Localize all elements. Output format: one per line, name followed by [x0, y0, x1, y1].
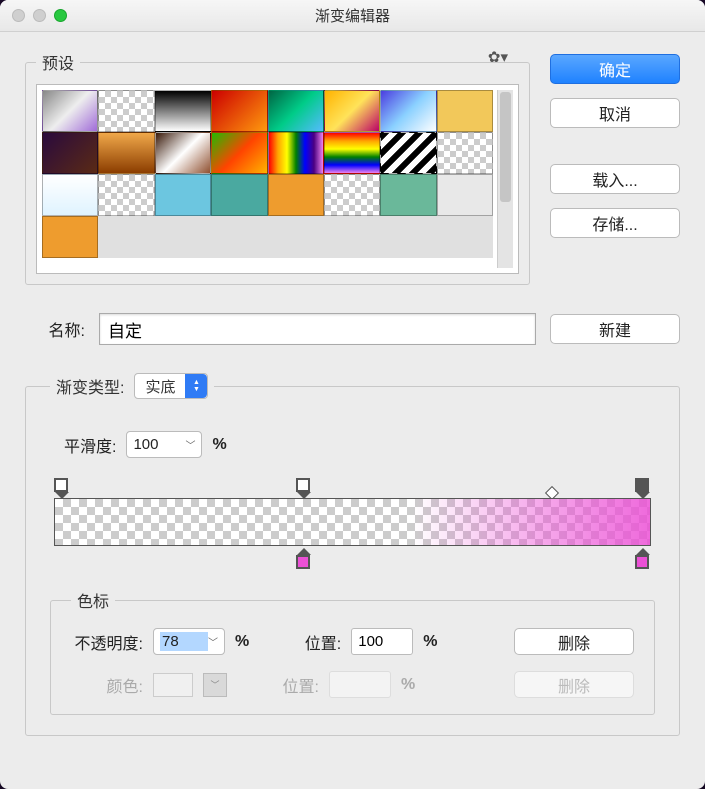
preset-empty: [380, 216, 436, 258]
gradient-type-section: 渐变类型: 实底 ▲▼ 平滑度: 100 ﹀ %: [25, 373, 680, 736]
smoothness-unit: %: [212, 436, 226, 454]
delete-color-stop-button: 删除: [514, 671, 634, 698]
chevron-down-icon: ﹀: [185, 437, 195, 452]
preset-swatch[interactable]: [324, 174, 380, 216]
preset-empty: [155, 216, 211, 258]
color-stop[interactable]: [635, 548, 651, 568]
presets-label: 预设: [36, 50, 80, 74]
titlebar[interactable]: 渐变编辑器: [0, 0, 705, 32]
chevron-updown-icon: ▲▼: [185, 374, 207, 398]
position2-input: [329, 671, 391, 698]
preset-swatch[interactable]: [42, 132, 98, 174]
preset-swatch[interactable]: [42, 216, 98, 258]
preset-swatch[interactable]: [211, 174, 267, 216]
presets-section: 预设 ✿▾: [25, 50, 530, 285]
chevron-down-icon: ﹀: [208, 634, 218, 649]
preset-scrollbar[interactable]: [497, 90, 513, 268]
stops-section: 色标 不透明度: 78 ﹀ % 位置: %: [50, 588, 655, 715]
smoothness-label: 平滑度:: [64, 433, 116, 457]
color-label: 颜色:: [71, 673, 143, 697]
stops-label: 色标: [71, 588, 115, 612]
smoothness-input[interactable]: 100 ﹀: [126, 431, 202, 458]
position-label: 位置:: [295, 630, 341, 654]
preset-swatch[interactable]: [268, 174, 324, 216]
opacity-unit: %: [235, 633, 249, 651]
opacity-label: 不透明度:: [71, 630, 143, 654]
load-button[interactable]: 载入...: [550, 164, 680, 194]
color-swatch: [153, 673, 193, 697]
preset-swatch[interactable]: [268, 132, 324, 174]
position2-label: 位置:: [273, 673, 319, 697]
opacity-stop[interactable]: [54, 478, 70, 498]
new-button[interactable]: 新建: [550, 314, 680, 344]
opacity-stop-selected[interactable]: [635, 478, 651, 498]
preset-swatch[interactable]: [324, 132, 380, 174]
gradient-type-select[interactable]: 实底 ▲▼: [134, 373, 208, 399]
gradient-bar[interactable]: [54, 498, 651, 546]
preset-swatch[interactable]: [211, 90, 267, 132]
color-dropdown: ﹀: [203, 673, 227, 697]
position-unit: %: [423, 633, 437, 651]
preset-swatch[interactable]: [437, 132, 493, 174]
position-input[interactable]: [351, 628, 413, 655]
preset-swatch[interactable]: [155, 90, 211, 132]
preset-list: [36, 84, 519, 274]
preset-swatch[interactable]: [155, 132, 211, 174]
preset-swatch[interactable]: [380, 90, 436, 132]
name-input[interactable]: [99, 313, 536, 345]
preset-swatch[interactable]: [42, 174, 98, 216]
preset-swatch[interactable]: [437, 90, 493, 132]
window-title: 渐变编辑器: [0, 5, 705, 26]
gradient-editor-strip[interactable]: [50, 480, 655, 578]
preset-swatch[interactable]: [42, 90, 98, 132]
preset-swatch[interactable]: [380, 132, 436, 174]
preset-empty: [211, 216, 267, 258]
preset-swatch[interactable]: [324, 90, 380, 132]
opacity-input[interactable]: 78 ﹀: [153, 628, 225, 655]
preset-swatch[interactable]: [268, 90, 324, 132]
preset-swatch[interactable]: [98, 90, 154, 132]
save-button[interactable]: 存储...: [550, 208, 680, 238]
ok-button[interactable]: 确定: [550, 54, 680, 84]
preset-swatch[interactable]: [211, 132, 267, 174]
preset-swatch[interactable]: [98, 174, 154, 216]
gradient-editor-window: 渐变编辑器 预设 ✿▾: [0, 0, 705, 789]
delete-opacity-stop-button[interactable]: 删除: [514, 628, 634, 655]
gear-icon[interactable]: ✿▾: [488, 48, 508, 66]
dialog-body: 预设 ✿▾: [0, 32, 705, 761]
color-stop[interactable]: [296, 548, 312, 568]
preset-empty: [268, 216, 324, 258]
preset-swatch[interactable]: [380, 174, 436, 216]
name-label: 名称:: [25, 317, 85, 341]
position2-unit: %: [401, 676, 415, 694]
preset-empty: [98, 216, 154, 258]
action-buttons: 确定 取消 载入... 存储...: [550, 50, 680, 285]
gradient-type-label: 渐变类型:: [56, 374, 124, 398]
opacity-stop[interactable]: [296, 478, 312, 498]
cancel-button[interactable]: 取消: [550, 98, 680, 128]
preset-swatch[interactable]: [437, 174, 493, 216]
preset-swatch[interactable]: [98, 132, 154, 174]
preset-empty: [324, 216, 380, 258]
preset-empty: [437, 216, 493, 258]
preset-swatch[interactable]: [155, 174, 211, 216]
